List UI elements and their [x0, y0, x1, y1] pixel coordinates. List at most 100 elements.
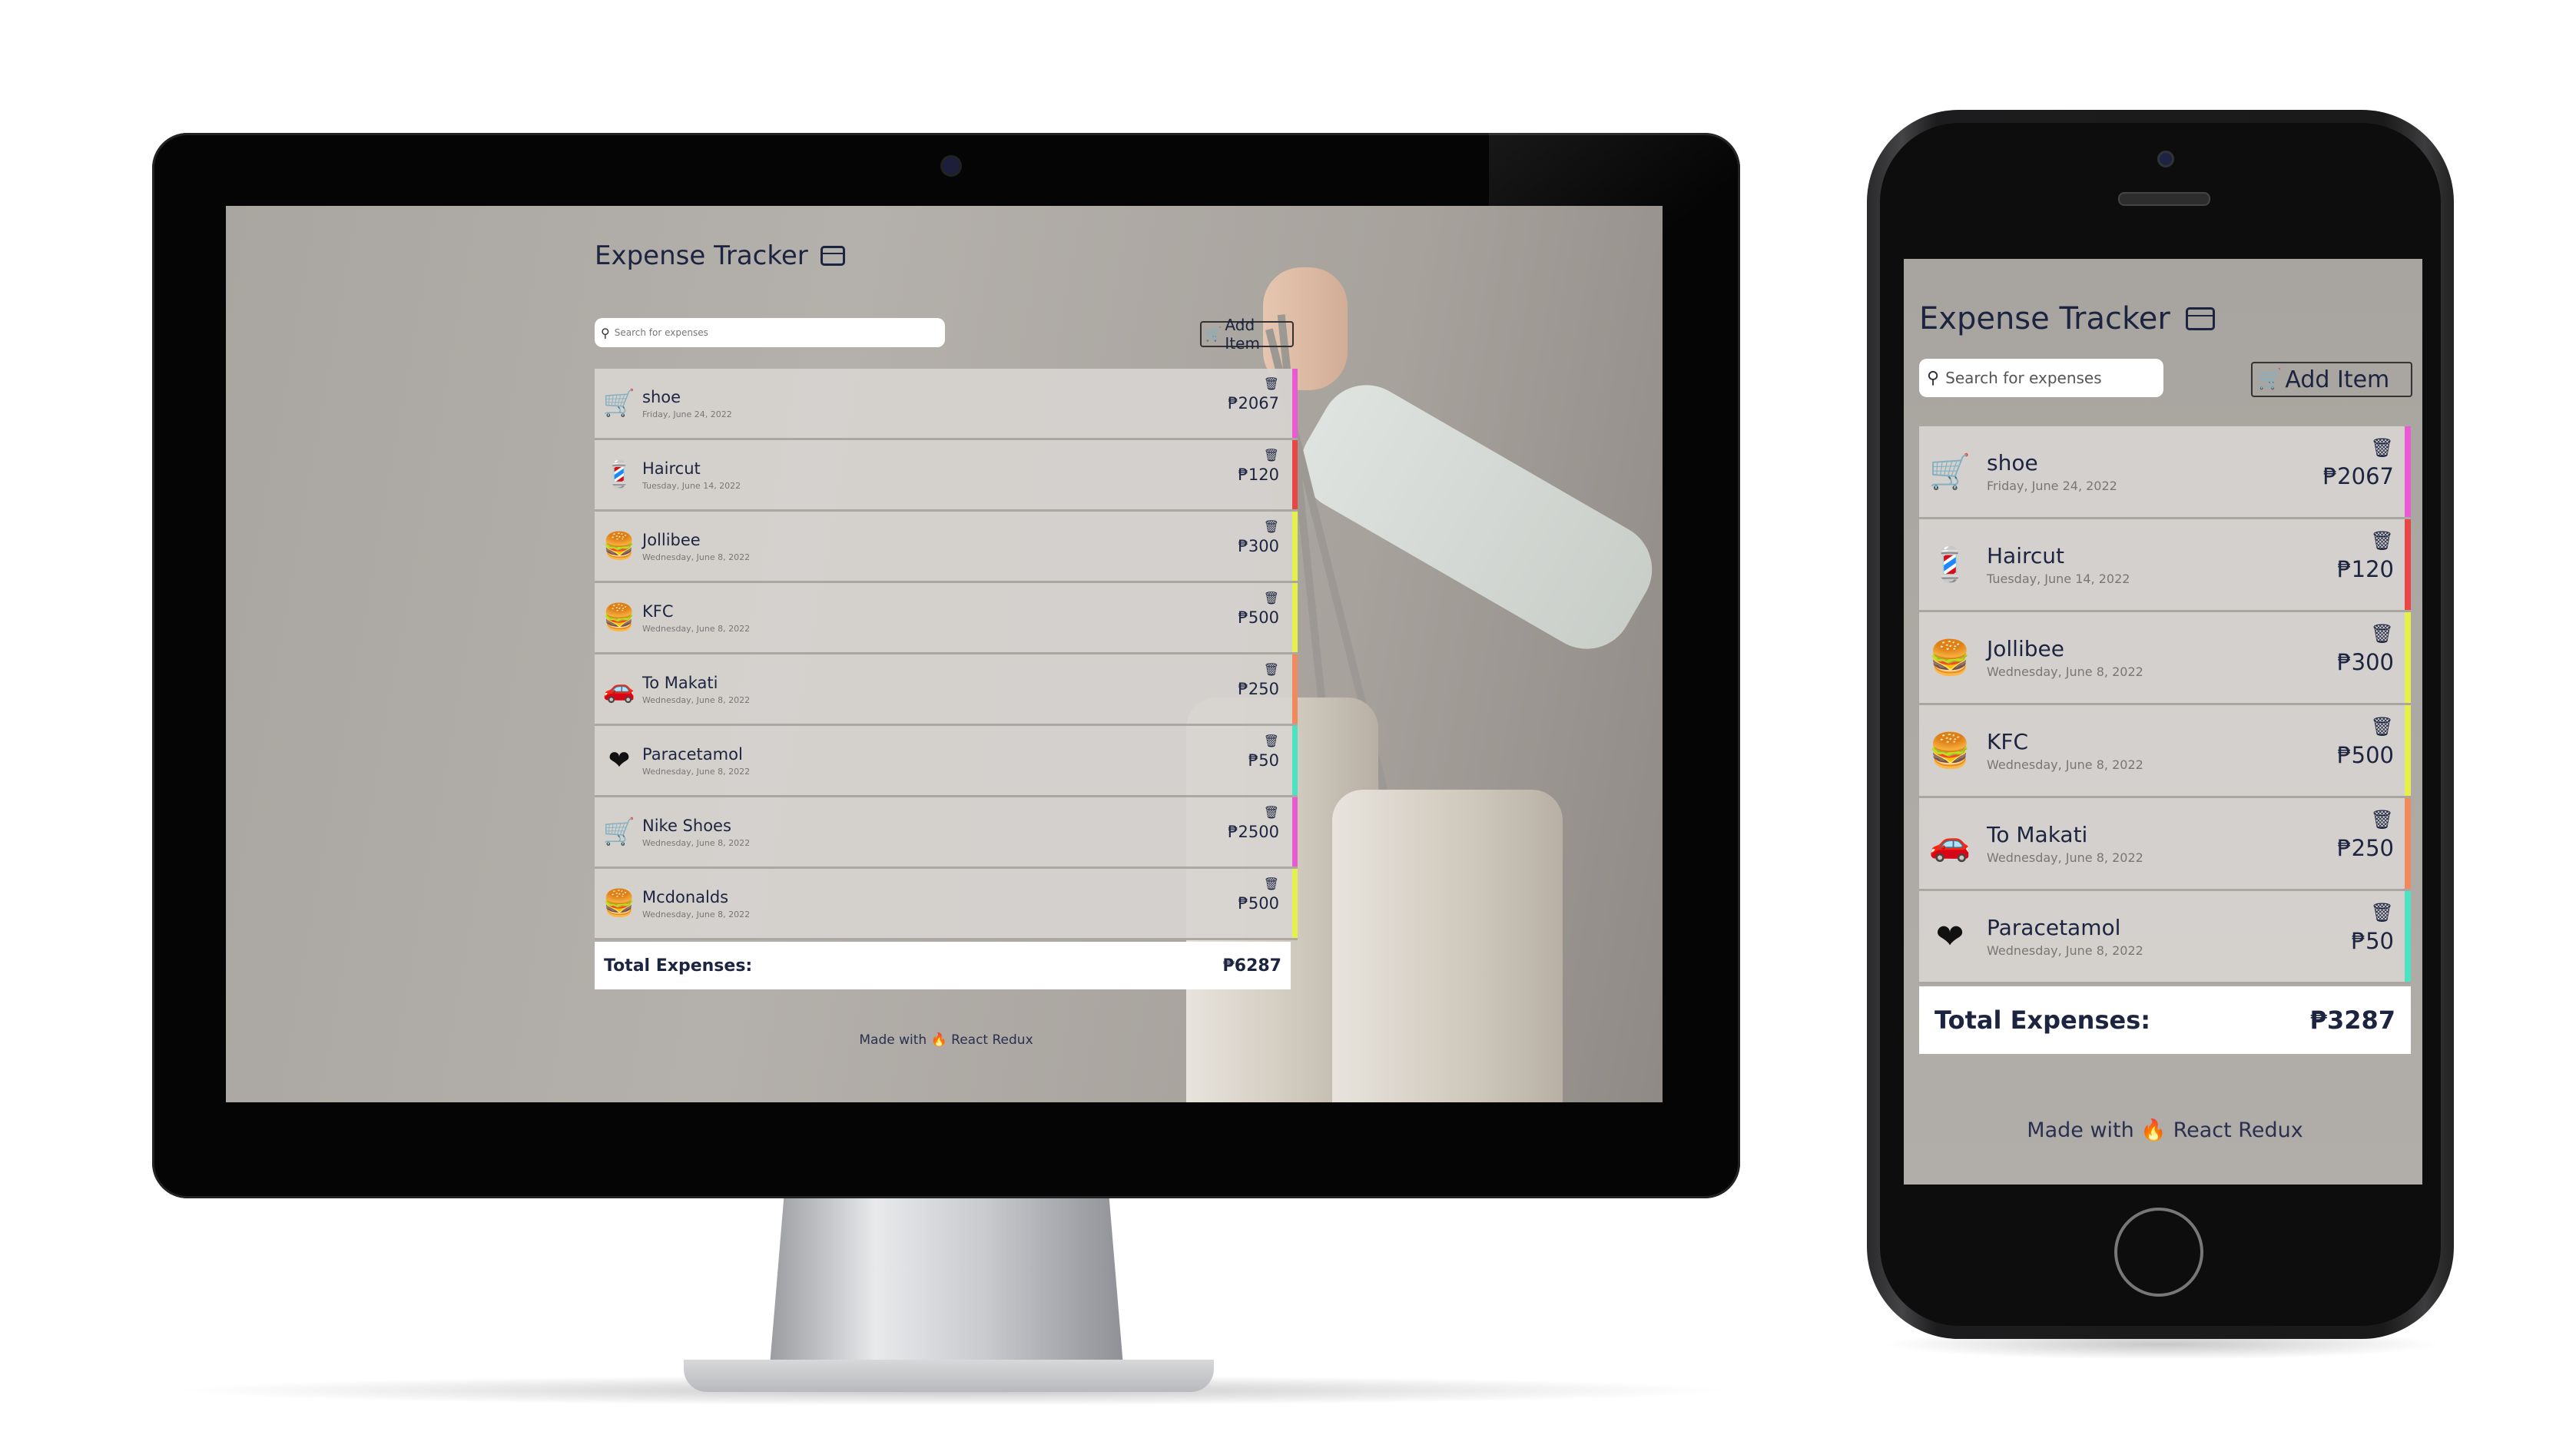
flame-icon: 🔥: [2140, 1118, 2167, 1142]
food-icon: 🍔: [1928, 731, 1971, 770]
expense-amount: ₱50: [2351, 928, 2394, 954]
expense-item[interactable]: 🍔 Mcdonalds Wednesday, June 8, 2022 🗑 ₱500: [595, 869, 1298, 940]
expense-name: shoe: [1987, 450, 2038, 475]
expense-item[interactable]: 🛒 shoe Friday, June 24, 2022 🗑 ₱2067: [1919, 426, 2411, 519]
trash-icon[interactable]: 🗑: [2323, 437, 2394, 459]
expense-date: Wednesday, June 8, 2022: [642, 694, 751, 705]
expense-actions: 🗑 ₱120: [2337, 530, 2394, 582]
trash-icon[interactable]: 🗑: [1238, 876, 1279, 891]
shopping-cart-icon: 🛒: [1928, 452, 1971, 492]
trash-icon[interactable]: 🗑: [1228, 805, 1279, 820]
expense-date: Wednesday, June 8, 2022: [642, 766, 751, 777]
expense-text: KFC Wednesday, June 8, 2022: [1987, 729, 2143, 772]
expense-item[interactable]: 🛒 shoe Friday, June 24, 2022 🗑 ₱2067: [595, 369, 1298, 440]
expense-item[interactable]: 🍔 KFC Wednesday, June 8, 2022 🗑 ₱500: [595, 583, 1298, 654]
expense-date: Wednesday, June 8, 2022: [1987, 757, 2143, 772]
expense-date: Wednesday, June 8, 2022: [642, 552, 751, 562]
category-color-bar: [2405, 519, 2411, 610]
mobile-app: Expense Tracker ⚲ Search for expenses 🛒 …: [1919, 297, 2412, 1142]
search-placeholder: Search for expenses: [614, 327, 708, 338]
shopping-cart-icon: 🛒: [1205, 326, 1222, 343]
footer-prefix: Made with: [2027, 1118, 2134, 1142]
total-label: Total Expenses:: [604, 956, 753, 976]
expense-item[interactable]: 🛒 Nike Shoes Wednesday, June 8, 2022 🗑 ₱2500: [595, 797, 1298, 869]
expense-actions: 🗑 ₱2067: [2323, 437, 2394, 489]
expense-actions: 🗑 ₱250: [2337, 809, 2394, 861]
expense-text: Haircut Tuesday, June 14, 2022: [1987, 543, 2130, 586]
mobile-screen: Expense Tracker ⚲ Search for expenses 🛒 …: [1904, 259, 2422, 1185]
category-color-bar: [2405, 612, 2411, 703]
category-color-bar: [1292, 583, 1298, 652]
add-item-label: Add Item: [1225, 316, 1260, 353]
shopping-cart-icon: 🛒: [602, 817, 636, 847]
footer-prefix: Made with: [859, 1032, 927, 1048]
expense-name: KFC: [642, 601, 674, 621]
category-color-bar: [2405, 891, 2411, 982]
expense-item[interactable]: ❤ Paracetamol Wednesday, June 8, 2022 🗑 ₱50: [595, 726, 1298, 797]
trash-icon[interactable]: 🗑: [2337, 530, 2394, 552]
expense-item[interactable]: ❤ Paracetamol Wednesday, June 8, 2022 🗑 ₱50: [1919, 891, 2411, 984]
expense-name: To Makati: [642, 673, 718, 692]
trash-icon[interactable]: 🗑: [2337, 809, 2394, 830]
home-button[interactable]: [2114, 1208, 2203, 1297]
food-icon: 🍔: [602, 602, 636, 633]
expense-item[interactable]: 🚗 To Makati Wednesday, June 8, 2022 🗑 ₱250: [595, 654, 1298, 726]
expense-name: shoe: [642, 387, 681, 406]
phone-camera: [2157, 151, 2174, 167]
expense-item[interactable]: 🍔 Jollibee Wednesday, June 8, 2022 🗑 ₱300: [1919, 612, 2411, 705]
expense-amount: ₱2067: [1228, 394, 1279, 413]
expense-actions: 🗑 ₱2500: [1228, 805, 1279, 841]
expense-actions: 🗑 ₱300: [1238, 519, 1279, 555]
transport-icon: 🚗: [602, 674, 636, 704]
expense-amount: ₱300: [1238, 537, 1279, 555]
expense-name: KFC: [1987, 729, 2029, 754]
trash-icon[interactable]: 🗑: [1248, 734, 1279, 748]
search-icon: ⚲: [1927, 368, 1940, 388]
expense-amount: ₱500: [1238, 894, 1279, 913]
monitor-stand-base: [684, 1360, 1214, 1392]
trash-icon[interactable]: 🗑: [1238, 448, 1279, 462]
expense-name: Nike Shoes: [642, 816, 731, 835]
expense-name: Paracetamol: [642, 744, 743, 764]
total-row: Total Expenses: ₱3287: [1919, 986, 2411, 1054]
expense-item[interactable]: 🍔 KFC Wednesday, June 8, 2022 🗑 ₱500: [1919, 705, 2411, 798]
expense-name: Haircut: [642, 459, 701, 478]
expense-text: To Makati Wednesday, June 8, 2022: [1987, 822, 2143, 865]
haircut-icon: 💈: [602, 459, 636, 490]
trash-icon[interactable]: 🗑: [1238, 662, 1279, 677]
expense-amount: ₱250: [1238, 680, 1279, 698]
expense-actions: 🗑 ₱120: [1238, 448, 1279, 484]
expense-name: Jollibee: [1987, 636, 2064, 661]
expense-actions: 🗑 ₱50: [2352, 902, 2394, 954]
expense-actions: 🗑 ₱50: [1248, 734, 1279, 770]
trash-icon[interactable]: 🗑: [1228, 376, 1279, 391]
app-title: Expense Tracker: [1919, 297, 2411, 340]
expense-text: Mcdonalds Wednesday, June 8, 2022: [642, 888, 750, 919]
footer: Made with 🔥 React Redux: [595, 1032, 1298, 1048]
expense-amount: ₱120: [1238, 466, 1279, 484]
expense-item[interactable]: 🚗 To Makati Wednesday, June 8, 2022 🗑 ₱250: [1919, 798, 2411, 891]
expense-date: Tuesday, June 14, 2022: [1987, 572, 2130, 586]
add-item-button[interactable]: 🛒 Add Item: [2251, 362, 2412, 397]
shopping-cart-icon: 🛒: [602, 388, 636, 419]
haircut-icon: 💈: [1928, 545, 1971, 585]
footer-suffix: React Redux: [951, 1032, 1033, 1048]
expense-item[interactable]: 💈 Haircut Tuesday, June 14, 2022 🗑 ₱120: [1919, 519, 2411, 612]
trash-icon[interactable]: 🗑: [2337, 623, 2394, 644]
trash-icon[interactable]: 🗑: [2337, 716, 2394, 737]
search-input[interactable]: ⚲ Search for expenses: [595, 318, 945, 347]
trash-icon[interactable]: 🗑: [1238, 519, 1279, 534]
search-input[interactable]: ⚲ Search for expenses: [1919, 359, 2163, 397]
total-amount: ₱6287: [1222, 956, 1281, 976]
expense-actions: 🗑 ₱300: [2337, 623, 2394, 675]
trash-icon[interactable]: 🗑: [2352, 902, 2394, 923]
expense-date: Tuesday, June 14, 2022: [642, 480, 741, 491]
transport-icon: 🚗: [1928, 824, 1971, 863]
app-title: Expense Tracker: [595, 237, 1298, 275]
trash-icon[interactable]: 🗑: [1238, 591, 1279, 605]
expense-item[interactable]: 🍔 Jollibee Wednesday, June 8, 2022 🗑 ₱300: [595, 512, 1298, 583]
expense-item[interactable]: 💈 Haircut Tuesday, June 14, 2022 🗑 ₱120: [595, 440, 1298, 512]
expense-date: Wednesday, June 8, 2022: [1987, 943, 2143, 958]
add-item-button[interactable]: 🛒 Add Item: [1200, 316, 1294, 353]
background-bag-2: [1332, 790, 1563, 1102]
